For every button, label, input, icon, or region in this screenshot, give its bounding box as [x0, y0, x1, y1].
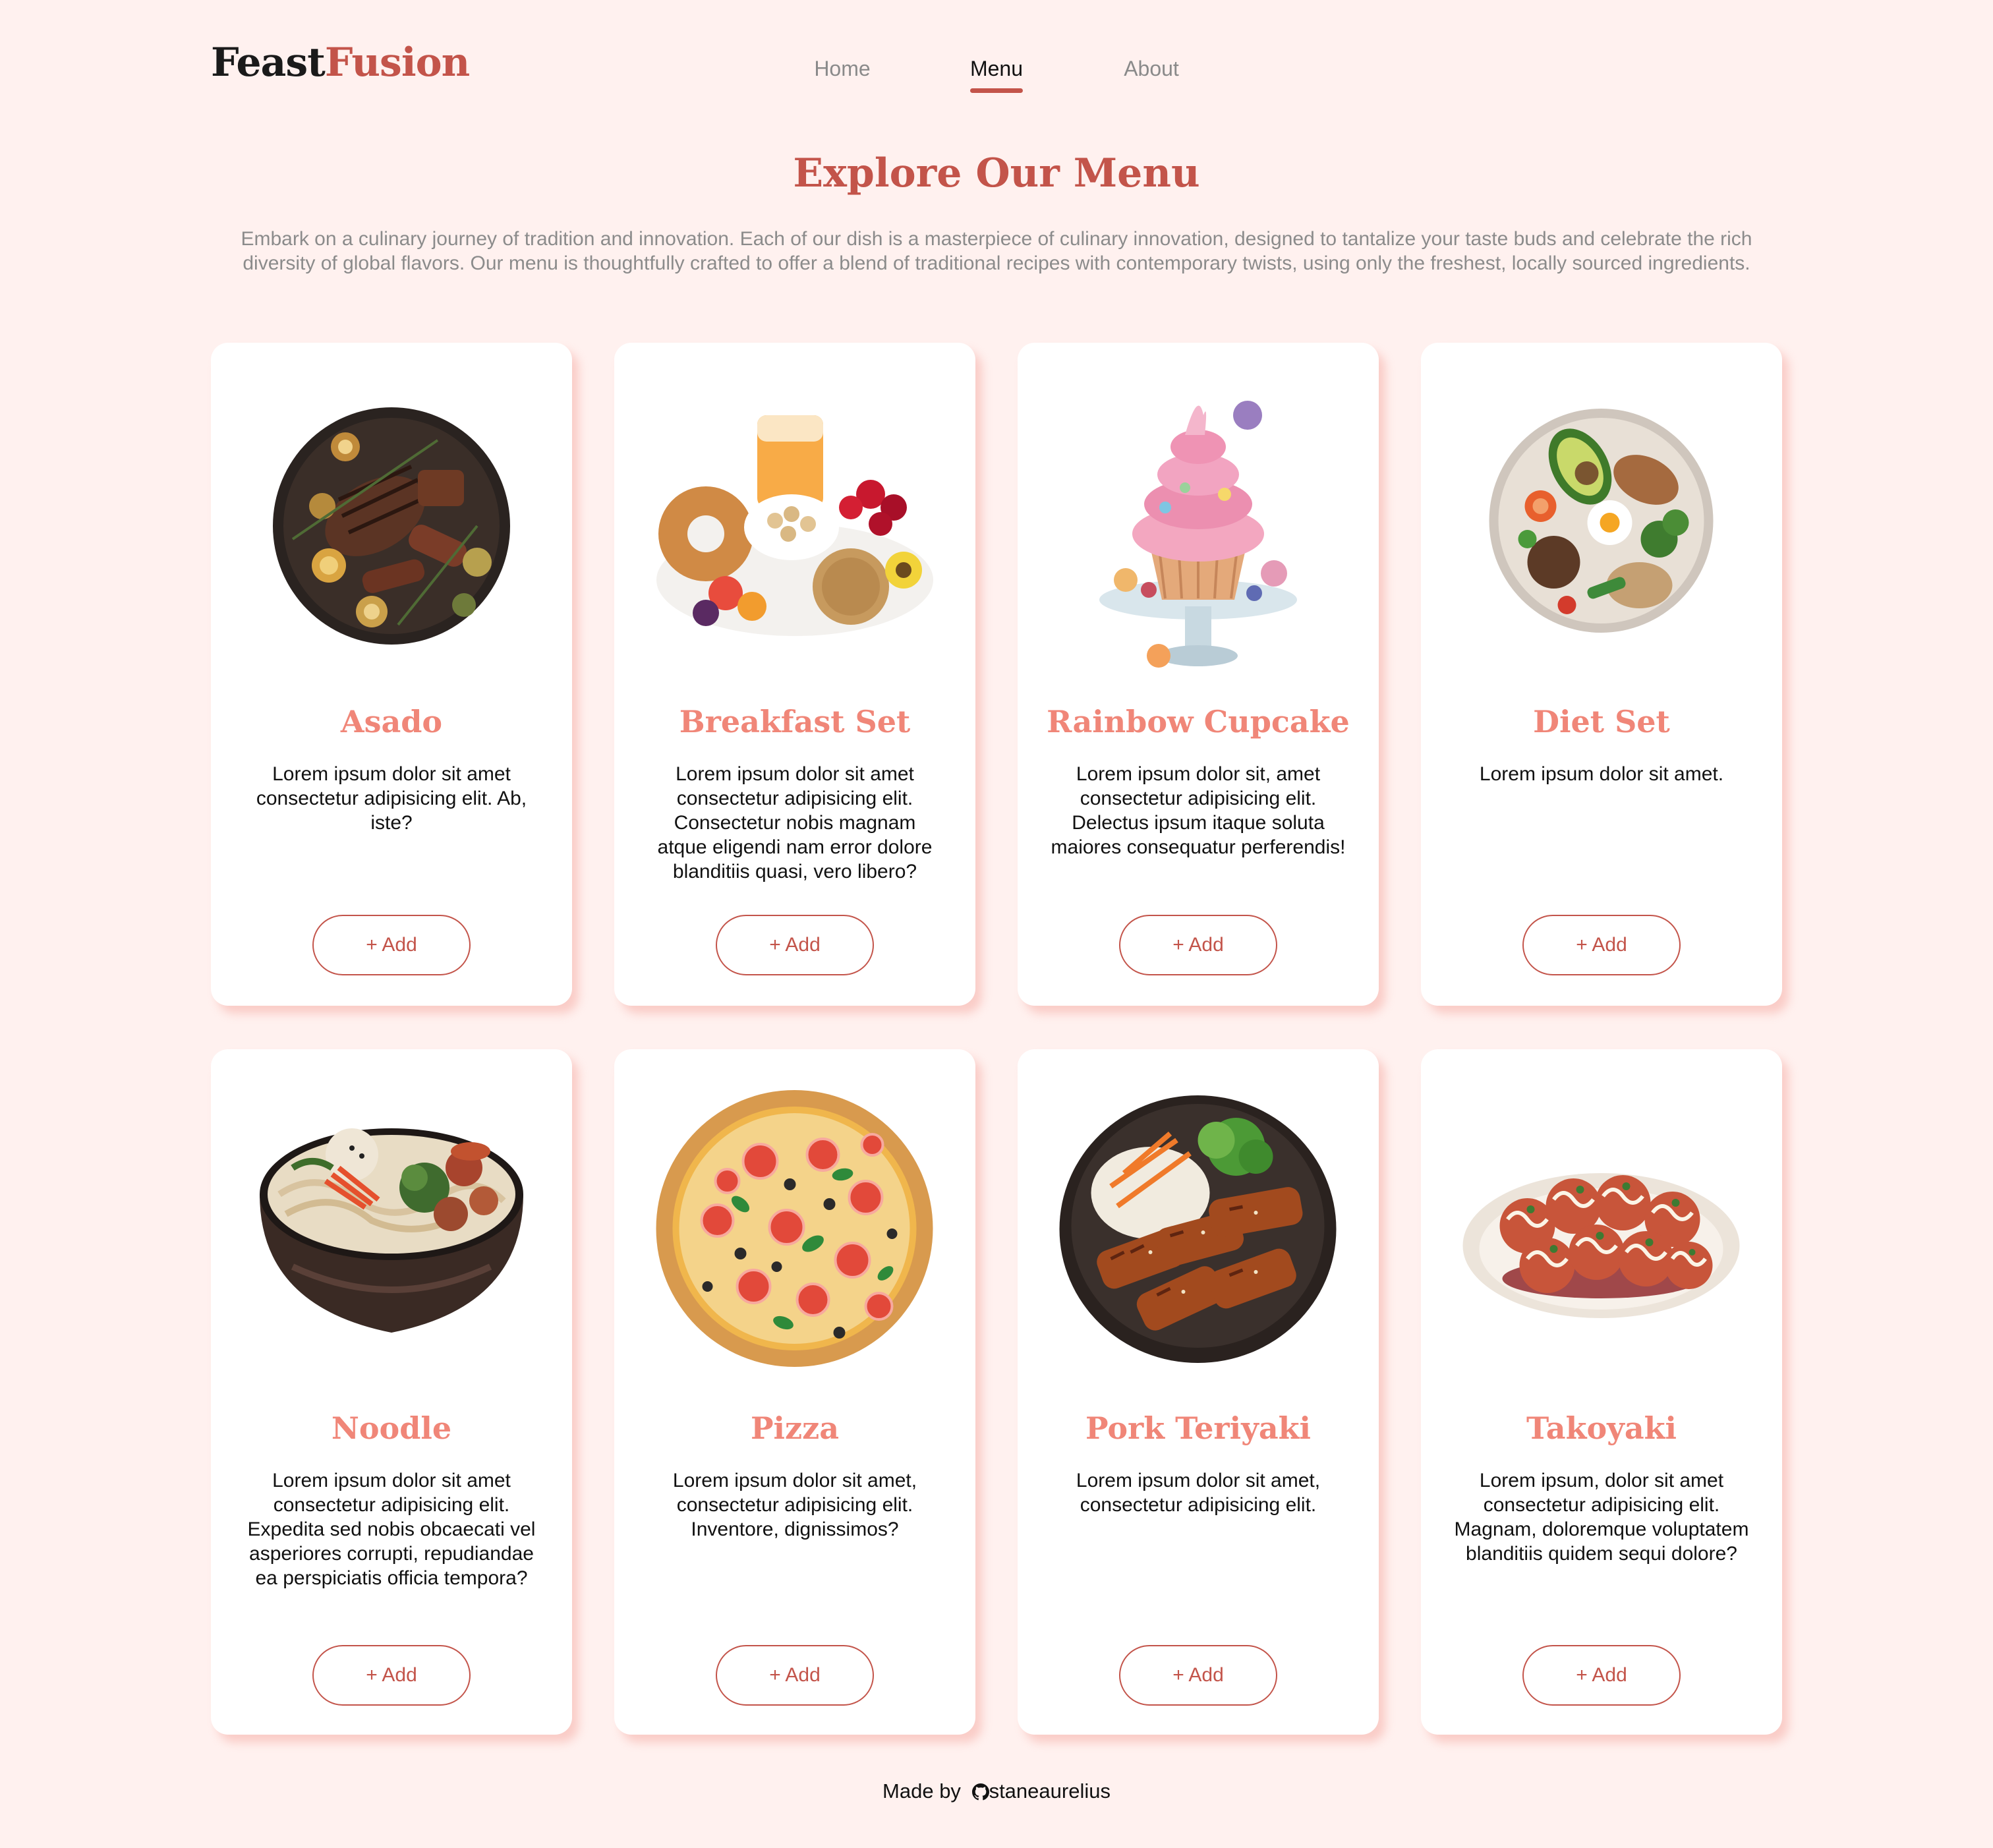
menu-card: Takoyaki Lorem ipsum, dolor sit amet con… — [1421, 1049, 1782, 1735]
add-to-cart-button[interactable]: + Add — [1119, 915, 1277, 975]
page: FeastFusion Home Menu About Explore Our … — [0, 0, 1993, 1848]
menu-card: Breakfast Set Lorem ipsum dolor sit amet… — [614, 343, 975, 1006]
cupcake-on-stand-image — [1099, 401, 1297, 668]
menu-card-title: Rainbow Cupcake — [1047, 704, 1350, 739]
menu-card-title: Asado — [340, 704, 443, 739]
menu-card-title: Pizza — [750, 1410, 840, 1446]
main-nav: Home Menu About — [0, 57, 1993, 96]
menu-card-description: Lorem ipsum dolor sit amet. — [1479, 763, 1724, 785]
footer-author-link[interactable]: staneaurelius — [967, 1779, 1111, 1803]
menu-card-description: Lorem ipsum dolor sit amet, consectetur … — [672, 1470, 917, 1540]
noodle-bowl-image — [260, 1128, 523, 1333]
add-to-cart-button[interactable]: + Add — [312, 915, 471, 975]
menu-card-title: Takoyaki — [1526, 1410, 1677, 1446]
breakfast-platter-image — [656, 415, 933, 636]
menu-card-title: Noodle — [331, 1410, 452, 1446]
menu-card: Asado Lorem ipsum dolor sit amet consect… — [211, 343, 572, 1006]
menu-card: Pork Teriyaki Lorem ipsum dolor sit amet… — [1018, 1049, 1379, 1735]
pizza-image — [656, 1090, 933, 1367]
teriyaki-bowl-image — [1059, 1095, 1337, 1363]
add-to-cart-button[interactable]: + Add — [312, 1645, 471, 1706]
page-title: Explore Our Menu — [793, 150, 1200, 196]
menu-card-description: Lorem ipsum, dolor sit amet consectetur … — [1454, 1470, 1749, 1565]
nav-home[interactable]: Home — [814, 57, 870, 81]
github-icon — [971, 1783, 989, 1801]
nav-menu[interactable]: Menu — [969, 57, 1024, 93]
add-to-cart-button[interactable]: + Add — [1522, 915, 1681, 975]
add-to-cart-button[interactable]: + Add — [716, 1645, 874, 1706]
menu-card: Diet Set Lorem ipsum dolor sit amet. + A… — [1421, 343, 1782, 1006]
grilled-meat-platter-image — [273, 407, 510, 645]
menu-card-title: Diet Set — [1533, 704, 1670, 739]
menu-card: Noodle Lorem ipsum dolor sit amet consec… — [211, 1049, 572, 1735]
menu-card: Rainbow Cupcake Lorem ipsum dolor sit, a… — [1018, 343, 1379, 1006]
footer: Made by staneaurelius — [0, 1779, 1993, 1803]
add-to-cart-button[interactable]: + Add — [716, 915, 874, 975]
footer-prefix: Made by — [882, 1779, 961, 1803]
menu-card: Pizza Lorem ipsum dolor sit amet, consec… — [614, 1049, 975, 1735]
menu-card-description: Lorem ipsum dolor sit amet consectetur a… — [256, 763, 527, 834]
menu-card-description: Lorem ipsum dolor sit amet, consectetur … — [1076, 1470, 1321, 1516]
menu-card-title: Pork Teriyaki — [1085, 1410, 1311, 1446]
menu-card-title: Breakfast Set — [679, 704, 911, 739]
healthy-plate-image — [1489, 409, 1714, 633]
menu-card-description: Lorem ipsum dolor sit amet consectetur a… — [247, 1470, 536, 1589]
page-description: Embark on a culinary journey of traditio… — [241, 228, 1752, 274]
menu-card-description: Lorem ipsum dolor sit, amet consectetur … — [1051, 763, 1346, 858]
nav-about[interactable]: About — [1124, 57, 1179, 81]
add-to-cart-button[interactable]: + Add — [1119, 1645, 1277, 1706]
add-to-cart-button[interactable]: + Add — [1522, 1645, 1681, 1706]
menu-card-description: Lorem ipsum dolor sit amet consectetur a… — [657, 763, 933, 882]
takoyaki-plate-image — [1462, 1173, 1740, 1318]
footer-author: staneaurelius — [989, 1779, 1111, 1803]
